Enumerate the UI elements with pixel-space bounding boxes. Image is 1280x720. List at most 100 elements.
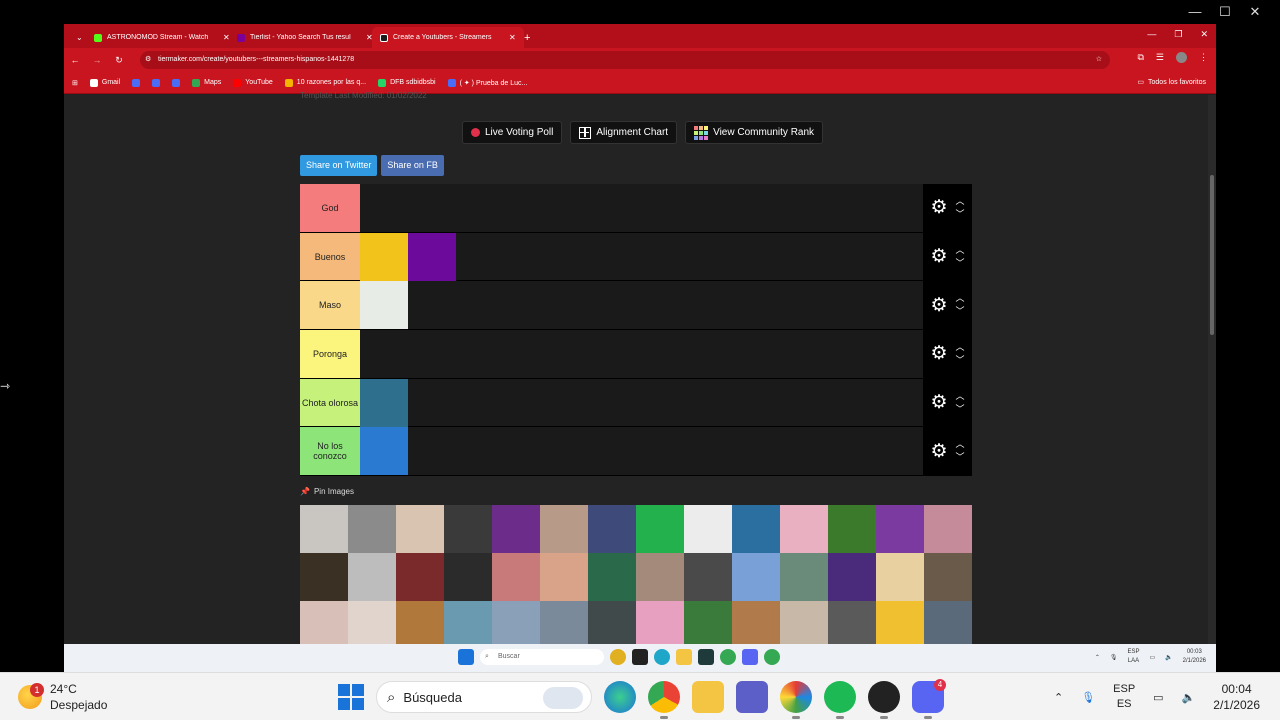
pool-image[interactable] xyxy=(396,553,444,601)
chrome-icon[interactable] xyxy=(720,649,736,665)
bookmark-dfb[interactable]: DFB sdbidbsbi xyxy=(378,78,436,87)
chevron-up-icon[interactable]: ︿ xyxy=(956,292,965,305)
discord-icon[interactable]: 4 xyxy=(912,679,946,719)
chevron-up-icon[interactable]: ︿ xyxy=(956,195,965,208)
chevron-down-icon[interactable]: ﹀ xyxy=(956,208,965,221)
pool-image[interactable] xyxy=(876,601,924,649)
browser-close-button[interactable]: ✕ xyxy=(1200,29,1208,40)
extensions-icon[interactable]: ⧉ xyxy=(1137,52,1143,63)
reading-list-icon[interactable]: ☰ xyxy=(1156,52,1164,63)
pool-image[interactable] xyxy=(780,601,828,649)
gear-icon[interactable]: ⚙ xyxy=(930,247,947,266)
site-info-icon[interactable]: ⚙ xyxy=(145,51,151,69)
tier-label[interactable]: God xyxy=(300,184,360,232)
pool-image[interactable] xyxy=(588,601,636,649)
forward-arrow-icon[interactable]: → xyxy=(86,55,108,65)
pool-image[interactable] xyxy=(828,601,876,649)
system-clock[interactable]: 00:04 2/1/2026 xyxy=(1213,681,1260,713)
chrome-icon[interactable] xyxy=(764,649,780,665)
tier-drop-zone[interactable] xyxy=(360,378,923,427)
bookmark-maps[interactable]: Maps xyxy=(192,78,221,87)
tier-drop-zone[interactable] xyxy=(360,184,923,232)
tier-item-image[interactable] xyxy=(360,427,408,476)
mic-icon[interactable]: 🎙 xyxy=(1110,654,1118,661)
color-app-icon[interactable] xyxy=(780,681,812,719)
chevron-up-icon[interactable]: ⌃ xyxy=(1095,654,1100,661)
tier-drop-zone[interactable] xyxy=(360,232,923,281)
alignment-chart-button[interactable]: Alignment Chart xyxy=(570,121,678,144)
pool-image[interactable] xyxy=(540,601,588,649)
pool-image[interactable] xyxy=(876,505,924,553)
tier-item-image[interactable] xyxy=(360,281,408,330)
address-bar[interactable]: ⚙ tiermaker.com/create/youtubers---strea… xyxy=(140,51,1110,69)
profile-avatar[interactable] xyxy=(1176,52,1187,63)
pool-image[interactable] xyxy=(828,553,876,601)
pool-image[interactable] xyxy=(540,553,588,601)
share-fb-button[interactable]: Share on FB xyxy=(381,155,444,176)
gear-icon[interactable]: ⚙ xyxy=(930,344,947,363)
tier-drop-zone[interactable] xyxy=(360,330,923,378)
back-arrow-icon[interactable]: ← xyxy=(64,55,86,65)
pool-image[interactable] xyxy=(348,505,396,553)
windows-start-button[interactable] xyxy=(338,684,364,710)
teams-icon[interactable] xyxy=(736,681,768,713)
chrome-icon[interactable] xyxy=(648,681,680,719)
tier-item-image[interactable] xyxy=(360,232,408,281)
pool-image[interactable] xyxy=(348,553,396,601)
recorded-search-box[interactable]: ⌕ Buscar xyxy=(480,649,604,665)
pool-image[interactable] xyxy=(780,553,828,601)
taskbar-search-box[interactable]: ⌕ Búsqueda xyxy=(376,681,592,713)
pool-image[interactable] xyxy=(444,505,492,553)
pool-image[interactable] xyxy=(636,601,684,649)
pool-image[interactable] xyxy=(444,553,492,601)
community-rank-button[interactable]: View Community Rank xyxy=(685,121,824,144)
chevron-up-icon[interactable]: ︿ xyxy=(956,341,965,354)
pool-image[interactable] xyxy=(444,601,492,649)
network-icon[interactable]: ▭ xyxy=(1153,691,1163,704)
chevron-up-icon[interactable]: ︿ xyxy=(956,244,965,257)
language-indicator[interactable]: ESP ES xyxy=(1113,682,1135,712)
chevron-down-icon[interactable]: ﹀ xyxy=(956,354,965,367)
file-explorer-icon[interactable] xyxy=(692,681,724,713)
gear-icon[interactable]: ⚙ xyxy=(930,442,947,461)
reload-icon[interactable]: ↻ xyxy=(108,55,130,66)
pool-image[interactable] xyxy=(780,505,828,553)
pool-image[interactable] xyxy=(588,505,636,553)
pool-image[interactable] xyxy=(684,601,732,649)
pool-image[interactable] xyxy=(876,553,924,601)
pool-image[interactable] xyxy=(924,505,972,553)
windows-start-icon[interactable] xyxy=(458,649,474,665)
pool-image[interactable] xyxy=(732,601,780,649)
file-explorer-icon[interactable] xyxy=(676,649,692,665)
pool-image[interactable] xyxy=(732,553,780,601)
pool-image[interactable] xyxy=(492,505,540,553)
bookmark-prueba[interactable]: ( ✦ ) Prueba de Luc... xyxy=(447,78,527,87)
page-scrollbar[interactable] xyxy=(1208,95,1216,672)
bookmark-blank-2[interactable] xyxy=(152,78,161,87)
pool-image[interactable] xyxy=(828,505,876,553)
tab-yahoo-search[interactable]: Tierlist - Yahoo Search Tus resul ✕ xyxy=(229,27,381,48)
chevron-down-icon[interactable]: ﹀ xyxy=(956,451,965,464)
chevron-down-icon[interactable]: ﹀ xyxy=(956,403,965,416)
bookmark-blank-1[interactable] xyxy=(132,78,141,87)
tier-label[interactable]: No los conozco xyxy=(300,427,360,476)
menu-kebab-icon[interactable]: ⋮ xyxy=(1199,52,1208,63)
apps-grid-icon[interactable]: ⊞ xyxy=(72,79,78,87)
tier-item-image[interactable] xyxy=(360,378,408,427)
tier-drop-zone[interactable] xyxy=(360,427,923,476)
bookmark-10-razones[interactable]: 10 razones por las q... xyxy=(284,78,366,87)
microphone-icon[interactable]: 🎙 xyxy=(1081,691,1095,704)
tier-label[interactable]: Buenos xyxy=(300,232,360,281)
tier-drop-zone[interactable] xyxy=(360,281,923,330)
pool-image[interactable] xyxy=(300,505,348,553)
pool-image[interactable] xyxy=(924,601,972,649)
gear-icon[interactable]: ⚙ xyxy=(930,296,947,315)
pool-image[interactable] xyxy=(300,601,348,649)
discord-icon[interactable] xyxy=(742,649,758,665)
browser-minimize-button[interactable]: — xyxy=(1147,29,1156,40)
recorded-clock[interactable]: 00:03 2/1/2026 xyxy=(1183,648,1206,666)
all-bookmarks-folder[interactable]: ▭ Todos los favoritos xyxy=(1137,78,1206,87)
pin-images-toggle[interactable]: 📌 Pin Images xyxy=(300,487,354,496)
tier-item-image[interactable] xyxy=(408,232,456,281)
tab-astronomod[interactable]: ASTRONOMOD Stream - Watch ✕ xyxy=(86,27,238,48)
